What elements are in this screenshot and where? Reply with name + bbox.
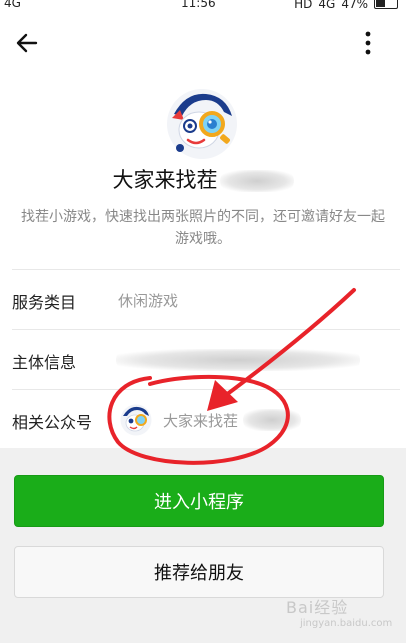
info-value: 大家来找茬 <box>163 412 239 430</box>
recommend-to-friend-button[interactable]: 推荐给朋友 <box>14 546 384 598</box>
network-indicator-left: 4G <box>4 0 21 10</box>
mascot-logo-icon <box>167 89 237 159</box>
divider <box>12 269 400 270</box>
network-indicator-right: 4G <box>318 0 336 11</box>
enter-mini-program-button[interactable]: 进入小程序 <box>14 475 384 527</box>
divider <box>12 389 400 390</box>
info-label: 服务类目 <box>12 293 77 312</box>
status-bar: 4G 11:56 HD 4G 47% <box>0 0 406 12</box>
info-label: 相关公众号 <box>12 413 93 432</box>
battery-icon <box>374 0 398 9</box>
info-row-category: 服务类目 休闲游戏 <box>0 271 406 329</box>
back-button[interactable] <box>14 30 40 56</box>
status-right-group: HD 4G 47% <box>294 0 398 11</box>
blurred-text <box>219 170 294 192</box>
app-title: 大家来找茬 <box>0 166 406 194</box>
blurred-entity-value <box>116 349 360 371</box>
status-time: 11:56 <box>181 0 216 10</box>
watermark: Bai经验 <box>286 598 349 617</box>
mascot-small-icon <box>120 404 152 436</box>
more-vertical-icon <box>365 31 371 55</box>
top-bar <box>0 20 406 66</box>
app-title-text: 大家来找茬 <box>112 168 218 192</box>
info-label: 主体信息 <box>12 353 77 372</box>
more-button[interactable] <box>356 28 380 58</box>
hd-indicator: HD <box>294 0 313 11</box>
info-row-official-account[interactable]: 相关公众号 大家来找茬 <box>0 391 406 449</box>
info-value: 休闲游戏 <box>118 292 179 310</box>
blurred-text <box>243 409 301 431</box>
info-row-entity[interactable]: 主体信息 <box>0 331 406 389</box>
app-description: 找茬小游戏，快速找出两张照片的不同，还可邀请好友一起游戏哦。 <box>21 209 385 247</box>
back-arrow-icon <box>16 33 38 53</box>
app-avatar <box>166 88 238 160</box>
official-account-avatar <box>120 404 152 436</box>
battery-percent: 47% <box>341 0 368 11</box>
divider <box>12 329 400 330</box>
watermark-url: jingyan.baidu.com <box>300 618 393 629</box>
